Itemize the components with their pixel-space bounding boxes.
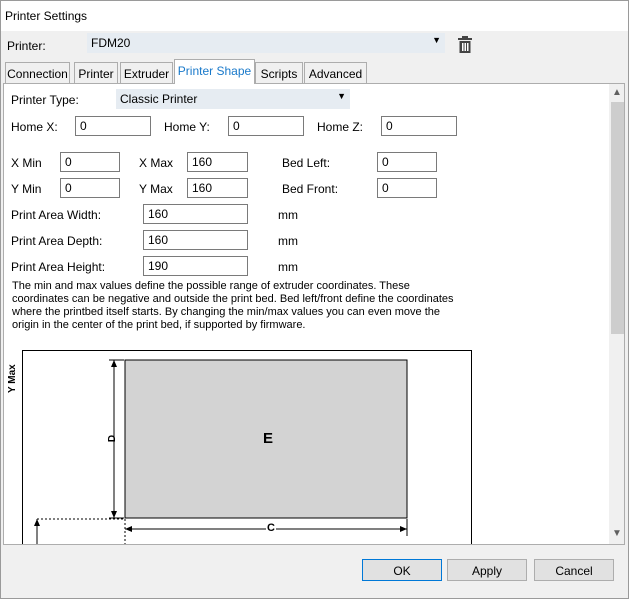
chevron-down-icon: ▼ <box>337 91 346 101</box>
home-z-label: Home Z: <box>317 120 364 134</box>
printer-select-value: FDM20 <box>91 36 131 50</box>
title-bar: Printer Settings <box>1 1 628 31</box>
x-max-input[interactable]: 160 <box>187 152 248 172</box>
bed-front-label: Bed Front: <box>282 182 339 196</box>
x-min-input[interactable]: 0 <box>60 152 120 172</box>
printer-shape-diagram: Y Max D C E <box>7 350 472 544</box>
printer-type-select[interactable]: Classic Printer ▼ <box>116 89 350 109</box>
scroll-down-icon[interactable]: ▼ <box>612 528 622 539</box>
print-area-depth-label: Print Area Depth: <box>11 234 103 248</box>
chevron-down-icon: ▼ <box>432 35 441 45</box>
tab-extruder[interactable]: Extruder <box>120 62 173 84</box>
tab-printer-shape[interactable]: Printer Shape <box>174 59 255 84</box>
width-unit-label: mm <box>278 208 298 222</box>
print-area-width-label: Print Area Width: <box>11 208 102 222</box>
scroll-up-icon[interactable]: ▲ <box>612 87 622 98</box>
x-min-label: X Min <box>11 156 42 170</box>
print-area-width-input[interactable]: 160 <box>143 204 248 224</box>
tab-advanced[interactable]: Advanced <box>304 62 367 84</box>
depth-arrow-bottom <box>111 511 117 518</box>
bed-left-label: Bed Left: <box>282 156 331 170</box>
y-min-input[interactable]: 0 <box>60 178 120 198</box>
y-max-input[interactable]: 160 <box>187 178 248 198</box>
depth-dimension-label: D <box>107 434 119 443</box>
depth-arrow-top <box>111 360 117 367</box>
tab-scripts[interactable]: Scripts <box>255 62 303 84</box>
x-max-label: X Max <box>139 156 174 170</box>
bed-left-input[interactable]: 0 <box>377 152 437 172</box>
printer-type-value: Classic Printer <box>120 92 198 106</box>
printer-select[interactable]: FDM20 ▼ <box>87 33 445 53</box>
home-x-label: Home X: <box>11 120 58 134</box>
y-max-label: Y Max <box>139 182 173 196</box>
home-z-input[interactable]: 0 <box>381 116 457 136</box>
apply-button[interactable]: Apply <box>447 559 527 581</box>
shape-description: The min and max values define the possib… <box>12 280 454 331</box>
width-arrow-right <box>400 526 407 532</box>
home-y-input[interactable]: 0 <box>228 116 304 136</box>
scroll-thumb[interactable] <box>611 102 624 334</box>
printer-label: Printer: <box>7 39 46 53</box>
window-title: Printer Settings <box>5 9 88 23</box>
printer-shape-panel: Printer Type: Classic Printer ▼ Home X: … <box>3 83 625 545</box>
trash-icon[interactable] <box>457 36 473 54</box>
height-unit-label: mm <box>278 260 298 274</box>
depth-unit-label: mm <box>278 234 298 248</box>
home-x-input[interactable]: 0 <box>75 116 151 136</box>
printer-type-label: Printer Type: <box>11 93 79 107</box>
tab-connection[interactable]: Connection <box>5 62 70 84</box>
print-area-height-input[interactable]: 190 <box>143 256 248 276</box>
printer-settings-window: Printer Settings Printer: FDM20 ▼ Connec… <box>0 0 629 599</box>
cancel-button[interactable]: Cancel <box>534 559 614 581</box>
y-min-label: Y Min <box>11 182 42 196</box>
panel-scrollbar[interactable]: ▲ ▼ <box>609 84 624 544</box>
home-y-label: Home Y: <box>164 120 210 134</box>
width-dimension-label: C <box>266 522 276 534</box>
ok-button[interactable]: OK <box>362 559 442 581</box>
print-area-depth-input[interactable]: 160 <box>143 230 248 250</box>
width-arrow-left <box>125 526 132 532</box>
bed-center-label: E <box>263 430 274 447</box>
y-max-axis-label: Y Max <box>7 364 18 393</box>
bed-front-input[interactable]: 0 <box>377 178 437 198</box>
tab-printer[interactable]: Printer <box>74 62 118 84</box>
print-area-height-label: Print Area Height: <box>11 260 106 274</box>
